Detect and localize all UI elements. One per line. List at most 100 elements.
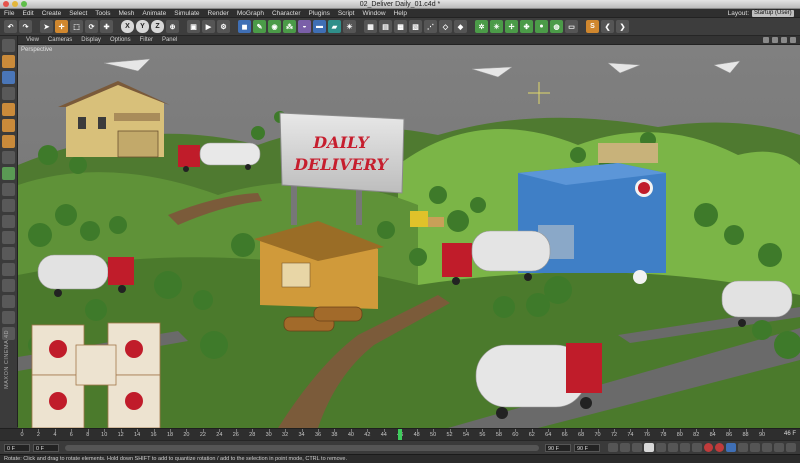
model-tool-button[interactable] [2,55,15,68]
prev-frame-button[interactable] [632,443,642,452]
soft-selection-button[interactable]: ✤ [520,20,533,33]
y-axis-button[interactable]: Y [136,20,149,33]
live-selection-button[interactable]: ➤ [40,20,53,33]
preview-range-slider[interactable] [65,444,539,451]
render-settings-button[interactable]: ⚙ [217,20,230,33]
array-button[interactable]: ⁂ [283,20,296,33]
model-mode-button[interactable]: ▤ [379,20,392,33]
scale-tool-button[interactable]: ⬚ [70,20,83,33]
polygon-mode-button[interactable]: ◆ [454,20,467,33]
maximize-view-icon[interactable] [790,37,796,43]
coordinate-system-button[interactable]: ⊕ [166,20,179,33]
points-tool-button[interactable] [2,103,15,116]
locked-workplane-button[interactable]: ▭ [565,20,578,33]
orbit-icon[interactable] [781,37,787,43]
paint-button[interactable]: ◍ [550,20,563,33]
menu-edit[interactable]: Edit [22,10,33,17]
point-mode-button[interactable]: ⋰ [424,20,437,33]
scale-key-button[interactable] [750,443,760,452]
autokey-button[interactable] [715,443,724,452]
menu-character[interactable]: Character [272,10,301,17]
minimize-window-button[interactable] [12,1,18,7]
polygons-tool-button[interactable] [2,135,15,148]
viewport-menu-panel[interactable]: Panel [162,37,177,43]
make-editable-left-button[interactable] [2,39,15,52]
viewport-menu-display[interactable]: Display [81,37,101,43]
script-button[interactable]: S [586,20,599,33]
ruler-tool-button[interactable] [2,247,15,260]
goto-end-button[interactable] [680,443,690,452]
recent-tools-button[interactable]: ✚ [100,20,113,33]
magnet-tool-button[interactable] [2,183,15,196]
zoom-window-button[interactable] [21,1,27,7]
start-frame-field[interactable]: 0 F [4,443,30,452]
menu-create[interactable]: Create [42,10,62,17]
position-key-button[interactable] [738,443,748,452]
tweak-button[interactable]: ✢ [505,20,518,33]
make-editable-button[interactable]: ▦ [364,20,377,33]
console-tool-button[interactable] [2,263,15,276]
deformer-button[interactable]: ◒ [298,20,311,33]
lock-tool-button[interactable] [2,199,15,212]
x-axis-button[interactable]: X [121,20,134,33]
pan-icon[interactable] [763,37,769,43]
light-button[interactable]: ☀ [343,20,356,33]
texture-mode-button[interactable]: ▩ [394,20,407,33]
perspective-viewport[interactable]: DAILY DELIVERY Perspective [18,45,800,428]
close-window-button[interactable] [3,1,9,7]
next-key-button[interactable] [668,443,678,452]
axis-tool-button[interactable] [2,151,15,164]
grid-tool-button[interactable] [2,215,15,228]
menu-window[interactable]: Window [362,10,385,17]
z-axis-button[interactable]: Z [151,20,164,33]
rotate-tool-button[interactable]: ⟳ [85,20,98,33]
edge-mode-button[interactable]: ◇ [439,20,452,33]
menu-script[interactable]: Script [338,10,355,17]
viewport-menu-view[interactable]: View [26,37,39,43]
menu-simulate[interactable]: Simulate [174,10,199,17]
max-frame-field[interactable]: 90 F [545,443,571,452]
solo-tool-button[interactable] [2,231,15,244]
move-tool-button[interactable]: ✛ [55,20,68,33]
subdivision-button[interactable]: ◉ [268,20,281,33]
edges-tool-button[interactable] [2,119,15,132]
play-button[interactable] [644,443,654,452]
menu-mograph[interactable]: MoGraph [237,10,264,17]
redo-button[interactable]: ↷ [19,20,32,33]
enable-axis-button[interactable]: ✲ [475,20,488,33]
next-frame-button[interactable] [656,443,666,452]
sculpt-button[interactable]: ● [535,20,548,33]
menu-mesh[interactable]: Mesh [118,10,134,17]
forward-button[interactable]: ❯ [616,20,629,33]
min-frame-field[interactable]: 0 F [33,443,59,452]
param-key-button[interactable] [774,443,784,452]
viewport-menu-cameras[interactable]: Cameras [48,37,72,43]
loop-button[interactable] [692,443,702,452]
back-button[interactable]: ❮ [601,20,614,33]
zoom-icon[interactable] [772,37,778,43]
menu-select[interactable]: Select [69,10,87,17]
snap-tool-button[interactable] [2,167,15,180]
snapping-button[interactable]: ✳ [490,20,503,33]
viewport-menu-options[interactable]: Options [110,37,131,43]
end-frame-field[interactable]: 90 F [574,443,600,452]
pen-button[interactable]: ✎ [253,20,266,33]
sketch-tool-button[interactable] [2,295,15,308]
menu-file[interactable]: File [4,10,14,17]
undo-button[interactable]: ↶ [4,20,17,33]
timeline-ruler[interactable]: 0 2 4 6 8 10 12 14 16 18 20 22 24 26 28 30 32 34 36 38 40 42 4… [0,428,800,441]
workplane-tool-button[interactable] [2,87,15,100]
floor-button[interactable]: ▬ [313,20,326,33]
extra-tool-button[interactable] [2,311,15,324]
layer-tool-button[interactable] [2,279,15,292]
rotation-key-button[interactable] [762,443,772,452]
menu-render[interactable]: Render [208,10,229,17]
key-selection-button[interactable] [726,443,736,452]
camera-button[interactable]: ▰ [328,20,341,33]
render-picture-viewer-button[interactable]: ▶ [202,20,215,33]
viewport-menu-filter[interactable]: Filter [140,37,153,43]
menu-animate[interactable]: Animate [142,10,166,17]
prev-key-button[interactable] [620,443,630,452]
texture-tool-button[interactable] [2,71,15,84]
menu-help[interactable]: Help [394,10,407,17]
